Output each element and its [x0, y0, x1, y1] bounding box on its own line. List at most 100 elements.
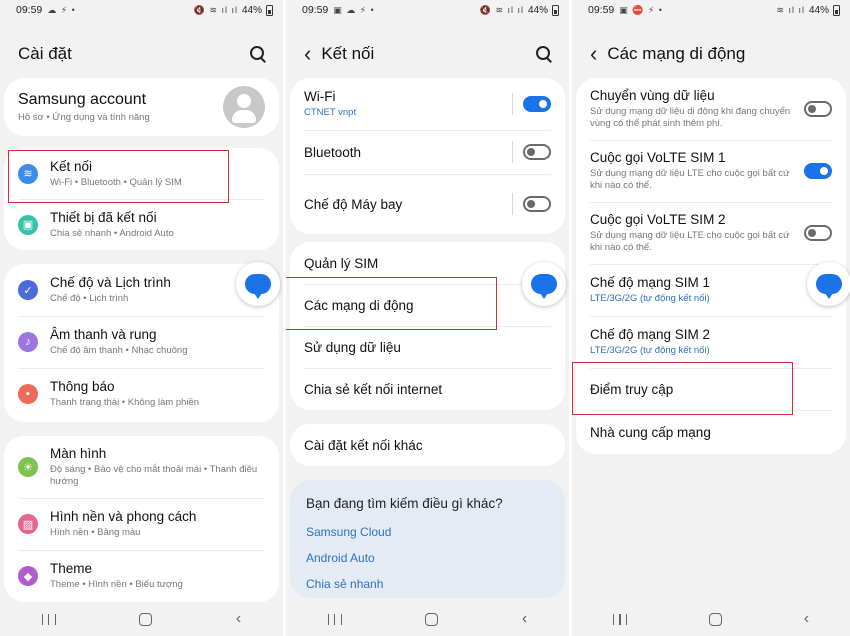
settings-item-notifications[interactable]: ▪ Thông báo Thanh trạng thái • Không làm …: [4, 368, 279, 420]
bluetooth-title: Bluetooth: [304, 144, 362, 160]
highlight-box: [572, 362, 793, 415]
volte-sim2-toggle[interactable]: [804, 225, 832, 241]
battery-icon: [266, 4, 273, 16]
status-time: 09:59: [302, 4, 329, 16]
item-sub: Chế độ • Lịch trình: [50, 293, 129, 304]
chat-bubble-icon[interactable]: [236, 262, 280, 306]
volte-sim1-row[interactable]: Cuộc gọi VoLTE SIM 1 Sử dụng mạng dữ liệu…: [576, 140, 846, 202]
more-settings-row[interactable]: Cài đặt kết nối khác: [290, 424, 565, 466]
status-time: 09:59: [588, 4, 615, 16]
wifi-row[interactable]: Wi-Fi CTNET vnpt: [290, 78, 565, 130]
signal-icons: 🔇 ≋ ıl ıl: [479, 4, 524, 15]
item-title: Nhà cung cấp mạng: [590, 424, 711, 440]
nav-bar: ‹: [286, 602, 569, 636]
item-title: Cuộc gọi VoLTE SIM 2: [590, 212, 726, 227]
back-nav-icon[interactable]: ‹: [804, 610, 809, 628]
back-nav-icon[interactable]: ‹: [236, 610, 241, 628]
settings-item-display[interactable]: ☀ Màn hình Độ sáng • Bảo vệ cho mắt thoải…: [4, 436, 279, 498]
item-sub: Chế độ âm thanh • Nhạc chuông: [50, 345, 188, 356]
item-title: Cuộc gọi VoLTE SIM 1: [590, 150, 726, 165]
settings-item-connected-devices[interactable]: ▣ Thiết bị đã kết nối Chia sẻ nhanh • And…: [4, 199, 279, 250]
hotspot-row[interactable]: Chia sẻ kết nối internet: [290, 368, 565, 410]
network-mode-sim2-row[interactable]: Chế độ mạng SIM 2 LTE/3G/2G (tự động kết …: [576, 316, 846, 368]
volte-sim2-row[interactable]: Cuộc gọi VoLTE SIM 2 Sử dụng mạng dữ liệu…: [576, 202, 846, 264]
back-arrow-icon[interactable]: ‹: [304, 43, 311, 65]
status-bar: 09:59 ▣ ☁ ⚡ • 🔇 ≋ ıl ıl 44%: [286, 0, 569, 20]
item-title: Màn hình: [50, 446, 107, 461]
bluetooth-row[interactable]: Bluetooth: [290, 130, 565, 174]
nav-bar: ‹: [0, 602, 283, 636]
wifi-title: Wi-Fi: [304, 89, 336, 104]
bluetooth-toggle[interactable]: [523, 144, 551, 160]
display-card: ☀ Màn hình Độ sáng • Bảo vệ cho mắt thoải…: [4, 436, 279, 602]
airplane-title: Chế độ Máy bay: [304, 196, 403, 212]
search-icon[interactable]: [247, 43, 269, 65]
account-sub: Hồ sơ • Ứng dụng và tính năng: [18, 111, 150, 123]
item-sub: Độ sáng • Bảo vệ cho mắt thoải mái • Tha…: [50, 464, 258, 487]
back-nav-icon[interactable]: ‹: [522, 610, 527, 628]
account-title: Samsung account: [18, 90, 147, 108]
highlight-box: [286, 277, 497, 330]
item-title: Sử dụng dữ liệu: [304, 339, 401, 355]
item-title: Thông báo: [50, 379, 115, 394]
data-usage-row[interactable]: Sử dụng dữ liệu: [290, 326, 565, 368]
item-title: Chế độ mạng SIM 1: [590, 275, 711, 290]
network-operators-row[interactable]: Nhà cung cấp mạng: [576, 410, 846, 454]
settings-item-wallpaper[interactable]: ▨ Hình nền và phong cách Hình nền • Bảng …: [4, 498, 279, 550]
sound-icon: ♪: [18, 332, 38, 352]
item-sub: Chia sẻ nhanh • Android Auto: [50, 227, 174, 239]
more-card: Cài đặt kết nối khác: [290, 424, 565, 466]
back-arrow-icon[interactable]: ‹: [590, 43, 597, 65]
roaming-row[interactable]: Chuyển vùng dữ liệu Sử dụng mạng dữ liệu …: [576, 78, 846, 140]
battery-percent: 44%: [241, 4, 262, 16]
item-title: Chế độ mạng SIM 2: [590, 327, 711, 342]
airplane-toggle[interactable]: [523, 196, 551, 212]
radio-card: Wi-Fi CTNET vnpt Bluetooth Chế độ Máy bay: [290, 78, 565, 234]
notification-icons: ▣ ⛔ ⚡ •: [619, 4, 663, 15]
item-title: Cài đặt kết nối khác: [304, 437, 423, 453]
chat-bubble-icon[interactable]: [807, 262, 850, 306]
item-title: Âm thanh và rung: [50, 327, 157, 342]
home-icon[interactable]: [139, 612, 153, 626]
item-sub: Thanh trạng thái • Không làm phiền: [50, 397, 200, 408]
page-title: Cài đặt: [18, 44, 72, 63]
suggest-link-samsung-cloud[interactable]: Samsung Cloud: [290, 519, 565, 545]
search-icon[interactable]: [533, 43, 555, 65]
notifications-icon: ▪: [18, 384, 38, 404]
item-sub: Sử dụng mạng dữ liệu LTE cho cuộc gọi bấ…: [590, 168, 790, 191]
recents-icon[interactable]: [41, 613, 56, 625]
notification-icons: ☁ ⚡ •: [47, 4, 76, 15]
home-icon[interactable]: [708, 612, 722, 626]
item-sub: LTE/3G/2G (tự động kết nối): [590, 293, 710, 304]
suggest-title: Bạn đang tìm kiếm điều gì khác?: [306, 496, 503, 511]
chat-bubble-icon[interactable]: [522, 262, 566, 306]
settings-item-sound[interactable]: ♪ Âm thanh và rung Chế độ âm thanh • Nhạc…: [4, 316, 279, 368]
wifi-toggle[interactable]: [523, 96, 551, 112]
item-title: Chuyển vùng dữ liệu: [590, 88, 715, 103]
home-icon[interactable]: [425, 612, 439, 626]
airplane-row[interactable]: Chế độ Máy bay: [290, 174, 565, 234]
item-sub: Theme • Hình nền • Biểu tượng: [50, 579, 183, 590]
suggestion-card: Bạn đang tìm kiếm điều gì khác? Samsung …: [290, 480, 565, 598]
roaming-toggle[interactable]: [804, 101, 832, 117]
status-time: 09:59: [16, 4, 43, 16]
item-sub: Sử dụng mạng dữ liệu LTE cho cuộc gọi bấ…: [590, 230, 790, 253]
suggest-link-quick-share[interactable]: Chia sẻ nhanh: [290, 571, 565, 597]
item-title: Hình nền và phong cách: [50, 509, 197, 524]
status-bar: 09:59 ▣ ⛔ ⚡ • ≋ ıl ıl 44%: [572, 0, 850, 20]
network-mode-sim1-row[interactable]: Chế độ mạng SIM 1 LTE/3G/2G (tự động kết …: [576, 264, 846, 316]
recents-icon[interactable]: [327, 613, 342, 625]
page-title: Kết nối: [321, 44, 375, 63]
status-bar: 09:59 ☁ ⚡ • 🔇 ≋ ıl ıl 44%: [0, 0, 283, 20]
modes-icon: ✓: [18, 280, 38, 300]
notification-icons: ▣ ☁ ⚡ •: [333, 4, 375, 15]
samsung-account-card[interactable]: Samsung account Hồ sơ • Ứng dụng và tính…: [4, 78, 279, 136]
settings-item-theme[interactable]: ◆ Theme Theme • Hình nền • Biểu tượng: [4, 550, 279, 602]
item-title: Chế độ và Lịch trình: [50, 275, 171, 290]
nav-bar: ‹: [572, 602, 850, 636]
recents-icon[interactable]: [612, 613, 627, 625]
wifi-network: CTNET vnpt: [304, 107, 357, 118]
volte-sim1-toggle[interactable]: [804, 163, 832, 179]
connected-devices-icon: ▣: [18, 214, 38, 235]
suggest-link-android-auto[interactable]: Android Auto: [290, 545, 565, 571]
